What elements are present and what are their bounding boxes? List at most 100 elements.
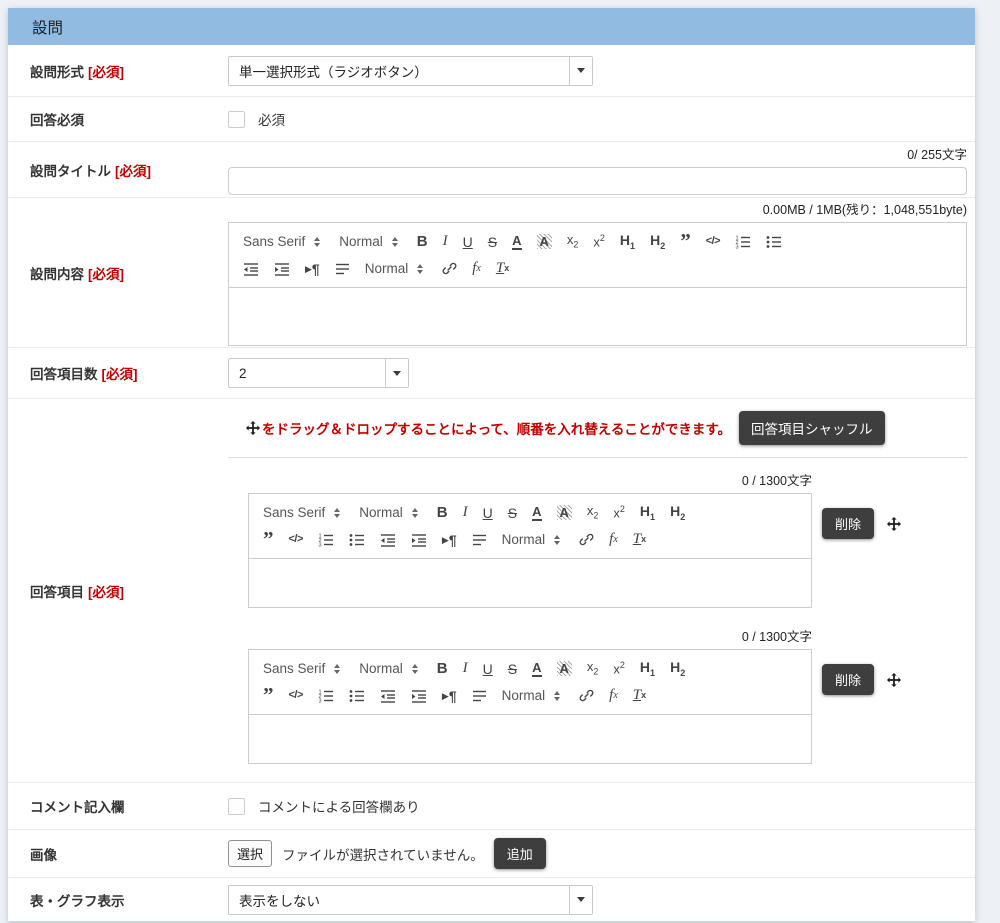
subscript-icon[interactable]: x2	[587, 660, 599, 677]
font-picker[interactable]: Sans Serif	[263, 661, 340, 676]
color-icon[interactable]: A	[532, 661, 541, 677]
table-graph-display-label: 表・グラフ表示	[8, 890, 228, 910]
list-bullet-icon[interactable]	[349, 689, 365, 703]
list-ordered-icon[interactable]: 123	[318, 689, 334, 703]
header-1-icon[interactable]: H1	[640, 504, 655, 522]
indent-icon[interactable]	[274, 262, 290, 276]
delete-item-button[interactable]: 削除	[822, 508, 874, 539]
file-select-button[interactable]: 選択	[228, 840, 272, 867]
strike-icon[interactable]: S	[508, 662, 517, 676]
direction-icon[interactable]: ▶¶	[305, 262, 320, 276]
link-icon[interactable]	[579, 532, 594, 547]
code-block-icon[interactable]: </>	[289, 690, 303, 701]
bold-icon[interactable]: B	[417, 234, 428, 249]
question-title-input[interactable]	[228, 167, 967, 195]
table-graph-display-dropdown-button[interactable]	[569, 886, 592, 914]
blockquote-icon[interactable]: ”	[263, 689, 274, 702]
header-2-icon[interactable]: H2	[650, 233, 665, 251]
code-block-icon[interactable]: </>	[706, 236, 720, 247]
font-picker[interactable]: Sans Serif	[263, 505, 340, 520]
link-icon[interactable]	[579, 688, 594, 703]
list-ordered-icon[interactable]: 123	[318, 533, 334, 547]
size-picker[interactable]: Normal	[502, 688, 561, 703]
header-1-icon[interactable]: H1	[620, 233, 635, 251]
answer-item-count-select[interactable]: 2	[228, 358, 409, 388]
header-1-icon[interactable]: H1	[640, 660, 655, 678]
indent-icon[interactable]	[411, 533, 427, 547]
editor-content-area[interactable]	[229, 288, 966, 345]
answer-required-label: 回答必須	[8, 109, 228, 129]
required-badge: [必須]	[88, 585, 124, 600]
background-icon[interactable]: A	[557, 505, 572, 520]
strike-icon[interactable]: S	[488, 235, 497, 249]
align-icon[interactable]	[472, 533, 487, 547]
size-picker[interactable]: Normal	[365, 261, 424, 276]
underline-icon[interactable]: U	[483, 662, 493, 676]
list-bullet-icon[interactable]	[349, 533, 365, 547]
indent-icon[interactable]	[411, 689, 427, 703]
underline-icon[interactable]: U	[463, 235, 473, 249]
formula-icon[interactable]: fx	[609, 532, 618, 547]
blockquote-icon[interactable]: ”	[680, 235, 691, 248]
formula-icon[interactable]: fx	[609, 688, 618, 703]
header-picker[interactable]: Normal	[359, 505, 418, 520]
table-graph-display-select[interactable]: 表示をしない	[228, 885, 593, 915]
answer-item-count-dropdown-button[interactable]	[385, 359, 408, 387]
color-icon[interactable]: A	[512, 234, 521, 250]
shuffle-items-button[interactable]: 回答項目シャッフル	[739, 411, 885, 445]
superscript-icon[interactable]: x2	[593, 234, 605, 248]
comment-field-checkbox[interactable]	[228, 798, 245, 815]
subscript-icon[interactable]: x2	[567, 233, 579, 250]
code-block-icon[interactable]: </>	[289, 534, 303, 545]
background-icon[interactable]: A	[537, 234, 552, 249]
outdent-icon[interactable]	[380, 689, 396, 703]
direction-icon[interactable]: ▶¶	[442, 689, 457, 703]
header-2-icon[interactable]: H2	[670, 504, 685, 522]
list-bullet-icon[interactable]	[766, 235, 782, 249]
question-format-select[interactable]: 単一選択形式（ラジオボタン）	[228, 56, 593, 86]
align-icon[interactable]	[472, 689, 487, 703]
move-handle-icon[interactable]	[887, 673, 901, 687]
picker-arrows-icon	[334, 508, 340, 518]
chevron-down-icon	[577, 897, 585, 902]
list-ordered-icon[interactable]: 123	[735, 235, 751, 249]
formula-icon[interactable]: fx	[472, 261, 481, 276]
superscript-icon[interactable]: x2	[613, 661, 625, 675]
header-2-icon[interactable]: H2	[670, 660, 685, 678]
subscript-icon[interactable]: x2	[587, 504, 599, 521]
clean-icon[interactable]: Tx	[496, 261, 509, 276]
image-label: 画像	[8, 844, 228, 864]
question-format-dropdown-button[interactable]	[569, 57, 592, 85]
outdent-icon[interactable]	[243, 262, 259, 276]
clean-icon[interactable]: Tx	[633, 532, 646, 547]
clean-icon[interactable]: Tx	[633, 688, 646, 703]
header-picker[interactable]: Normal	[359, 661, 418, 676]
size-picker[interactable]: Normal	[502, 532, 561, 547]
row-question-title: 設問タイトル[必須] 0/ 255文字	[8, 142, 975, 198]
header-picker[interactable]: Normal	[339, 234, 398, 249]
delete-item-button[interactable]: 削除	[822, 664, 874, 695]
background-icon[interactable]: A	[557, 661, 572, 676]
font-picker[interactable]: Sans Serif	[243, 234, 320, 249]
bold-icon[interactable]: B	[437, 505, 448, 520]
bold-icon[interactable]: B	[437, 661, 448, 676]
align-icon[interactable]	[335, 262, 350, 276]
italic-icon[interactable]: I	[463, 505, 468, 520]
italic-icon[interactable]: I	[463, 661, 468, 676]
picker-arrows-icon	[554, 535, 560, 545]
color-icon[interactable]: A	[532, 505, 541, 521]
superscript-icon[interactable]: x2	[613, 505, 625, 519]
editor-content-area[interactable]	[249, 715, 811, 763]
answer-required-checkbox[interactable]	[228, 111, 245, 128]
italic-icon[interactable]: I	[443, 234, 448, 249]
outdent-icon[interactable]	[380, 533, 396, 547]
add-image-button[interactable]: 追加	[494, 838, 546, 869]
direction-icon[interactable]: ▶¶	[442, 533, 457, 547]
editor-content-area[interactable]	[249, 559, 811, 607]
move-handle-icon[interactable]	[887, 517, 901, 531]
editor-toolbar: Sans Serif Normal BI U S A Ax2 x2 H1 H2 ” </> 123 ▶¶ N…	[249, 650, 811, 715]
underline-icon[interactable]: U	[483, 506, 493, 520]
link-icon[interactable]	[442, 261, 457, 276]
strike-icon[interactable]: S	[508, 506, 517, 520]
blockquote-icon[interactable]: ”	[263, 533, 274, 546]
